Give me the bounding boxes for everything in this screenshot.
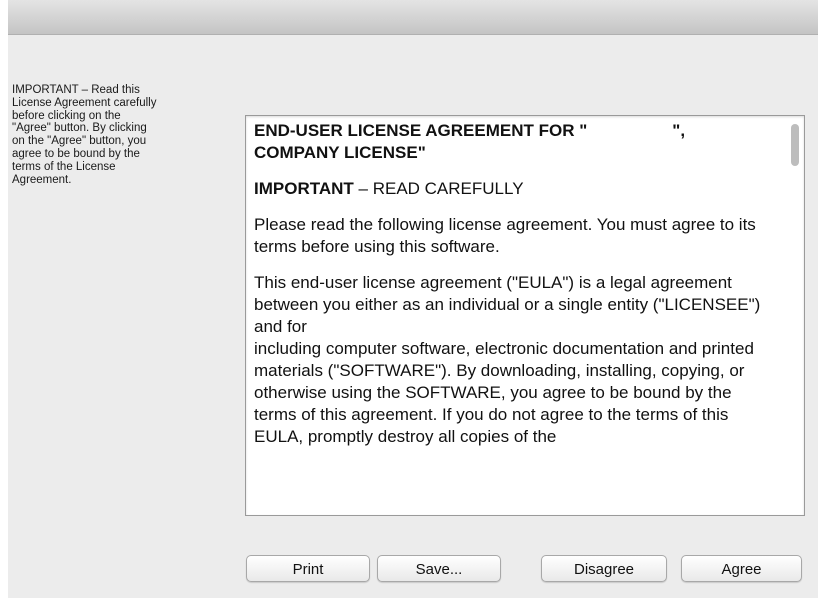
eula-title: END-USER LICENSE AGREEMENT FOR " ", COMP… xyxy=(254,121,686,162)
eula-heading: IMPORTANT – READ CAREFULLY xyxy=(254,178,774,200)
eula-paragraph-1: Please read the following license agreem… xyxy=(254,215,756,256)
agree-button[interactable]: Agree xyxy=(681,555,802,582)
eula-text-area[interactable]: END-USER LICENSE AGREEMENT FOR " ", COMP… xyxy=(245,115,805,516)
dialog-title-bar xyxy=(8,0,818,35)
eula-scrollbar[interactable] xyxy=(788,118,802,513)
license-instructions: IMPORTANT – Read this License Agreement … xyxy=(12,84,157,186)
disagree-button[interactable]: Disagree xyxy=(541,555,667,582)
scrollbar-thumb[interactable] xyxy=(791,124,799,166)
eula-heading-rest: – READ CAREFULLY xyxy=(353,179,524,198)
eula-heading-bold: IMPORTANT xyxy=(254,179,354,198)
eula-paragraph-2: This end-user license agreement ("EULA")… xyxy=(254,273,761,446)
license-dialog: IMPORTANT – Read this License Agreement … xyxy=(8,0,818,598)
eula-content: END-USER LICENSE AGREEMENT FOR " ", COMP… xyxy=(254,120,774,448)
save-button[interactable]: Save... xyxy=(377,555,501,582)
print-button[interactable]: Print xyxy=(246,555,370,582)
